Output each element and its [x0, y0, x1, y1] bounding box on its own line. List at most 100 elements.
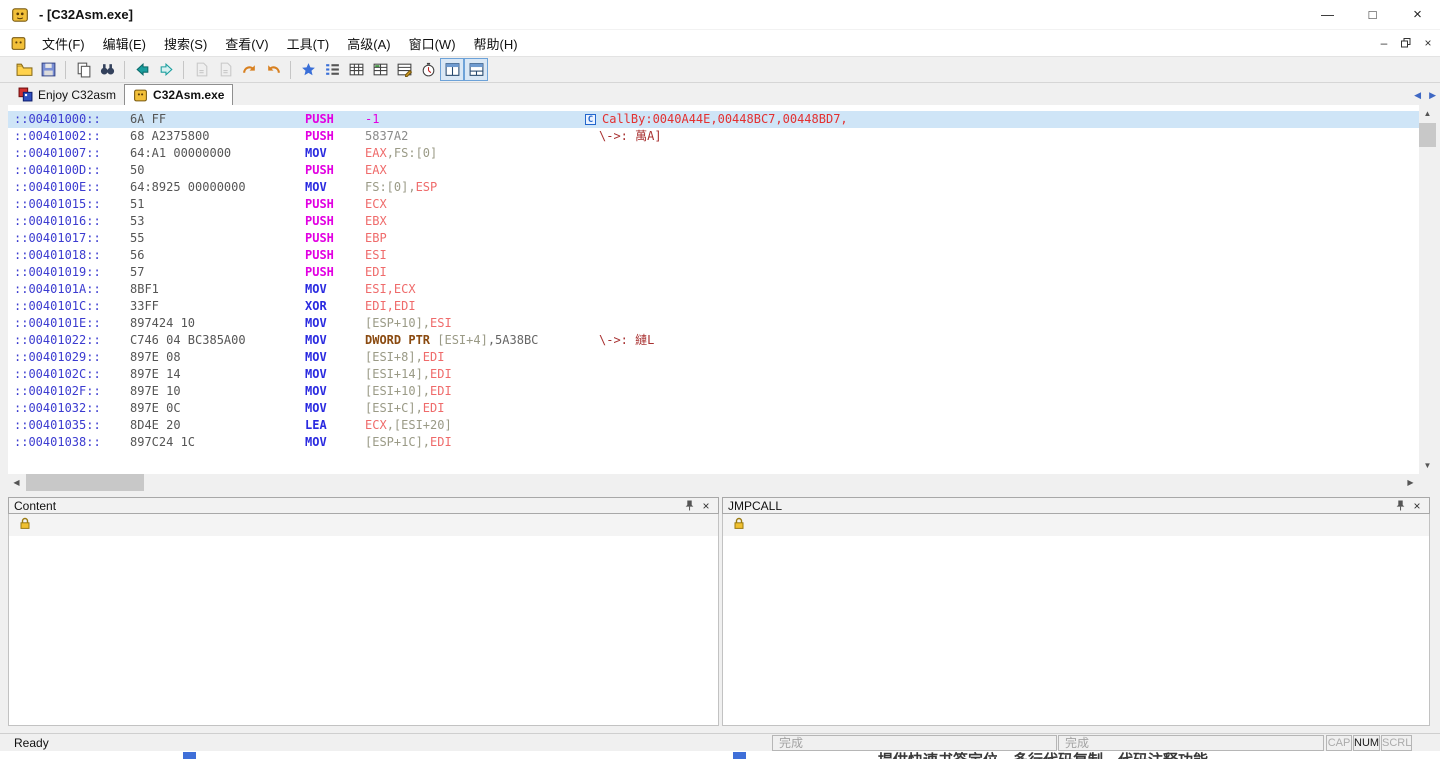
lock-icon[interactable] [18, 516, 32, 535]
disasm-row[interactable]: ::00401016::53PUSHEBX [8, 213, 1419, 230]
content-panel-header: Content × [8, 497, 719, 514]
scrollbar-corner [1419, 474, 1436, 491]
toolbar-separator [183, 61, 184, 79]
c32asm-tab-icon [133, 88, 148, 103]
progress-pane-2: 完成 [1058, 735, 1324, 751]
content-panel-body[interactable] [9, 536, 718, 725]
scroll-up-icon[interactable]: ▲ [1419, 105, 1436, 122]
mdi-minimize-button[interactable]: – [1374, 34, 1394, 52]
menu-item-edit[interactable]: 编辑(E) [94, 31, 155, 56]
disassembly-view[interactable]: ::00401000::6A FFPUSH-1CCallBy:0040A44E,… [8, 105, 1419, 474]
disasm-mnemonic: PUSH [305, 247, 334, 264]
disasm-row[interactable]: ::0040101E::897424 10MOV[ESP+10],ESI [8, 315, 1419, 332]
find-icon[interactable] [95, 58, 119, 81]
scroll-down-icon[interactable]: ▼ [1419, 457, 1436, 474]
horizontal-scrollbar[interactable]: ◀ ▶ [8, 474, 1419, 491]
jmpcall-panel-body[interactable] [723, 536, 1429, 725]
disasm-operands: 5837A2 [365, 128, 408, 145]
menu-item-view[interactable]: 查看(V) [216, 31, 277, 56]
split-horizontal-icon[interactable] [440, 58, 464, 81]
scroll-lock-indicator: SCRL [1381, 735, 1412, 751]
timer-icon[interactable] [416, 58, 440, 81]
disasm-operands: [ESI+10],EDI [365, 383, 452, 400]
mdi-restore-button[interactable] [1396, 34, 1416, 52]
split-vertical-icon[interactable] [464, 58, 488, 81]
disasm-row[interactable]: ::00401038::897C24 1CMOV[ESP+1C],EDI [8, 434, 1419, 451]
save-icon[interactable] [36, 58, 60, 81]
scroll-left-icon[interactable]: ◀ [8, 474, 25, 491]
menu-item-help[interactable]: 帮助(H) [465, 31, 527, 56]
disasm-mnemonic: MOV [305, 400, 327, 417]
disasm-address: ::00401016:: [14, 213, 101, 230]
tab-scroll-right-icon[interactable]: ▶ [1425, 90, 1440, 101]
copy-icon[interactable] [71, 58, 95, 81]
disasm-row[interactable]: ::00401015::51PUSHECX [8, 196, 1419, 213]
disasm-address: ::00401038:: [14, 434, 101, 451]
numbered-list-icon[interactable] [320, 58, 344, 81]
panel-close-icon[interactable]: × [1410, 499, 1424, 513]
disasm-row[interactable]: ::00401022::C746 04 BC385A00MOVDWORD PTR… [8, 332, 1419, 349]
menu-item-file[interactable]: 文件(F) [33, 31, 94, 56]
forward-icon[interactable] [154, 58, 178, 81]
disasm-row[interactable]: ::00401019::57PUSHEDI [8, 264, 1419, 281]
disasm-row[interactable]: ::00401032::897E 0CMOV[ESI+C],EDI [8, 400, 1419, 417]
panel-close-icon[interactable]: × [699, 499, 713, 513]
disasm-row[interactable]: ::00401029::897E 08MOV[ESI+8],EDI [8, 349, 1419, 366]
pin-icon[interactable] [1393, 499, 1407, 513]
disasm-bytes: 64:8925 00000000 [130, 179, 246, 196]
minimize-button[interactable]: — [1305, 0, 1350, 30]
menu-item-tools[interactable]: 工具(T) [278, 31, 339, 56]
disasm-mnemonic: PUSH [305, 264, 334, 281]
edit-grid-icon[interactable] [392, 58, 416, 81]
content-panel-wrap [8, 514, 719, 726]
tab-c32asm-exe[interactable]: C32Asm.exe [124, 84, 233, 105]
hex-view-icon[interactable] [344, 58, 368, 81]
disasm-operands: ESI [365, 247, 387, 264]
menu-item-window[interactable]: 窗口(W) [400, 31, 465, 56]
disasm-operands: DWORD PTR [ESI+4],5A38BC [365, 332, 538, 349]
redo-icon[interactable] [237, 58, 261, 81]
back-icon[interactable] [130, 58, 154, 81]
disasm-row[interactable]: ::0040101C::33FFXOREDI,EDI [8, 298, 1419, 315]
disasm-row[interactable]: ::0040102C::897E 14MOV[ESI+14],EDI [8, 366, 1419, 383]
disasm-view-icon[interactable] [368, 58, 392, 81]
disasm-row[interactable]: ::00401035::8D4E 20LEAECX,[ESI+20] [8, 417, 1419, 434]
lock-icon[interactable] [732, 516, 746, 535]
scroll-right-icon[interactable]: ▶ [1402, 474, 1419, 491]
jmpcall-panel-header: JMPCALL × [722, 497, 1430, 514]
disasm-mnemonic: MOV [305, 366, 327, 383]
tab-scroll-left-icon[interactable]: ◀ [1410, 90, 1425, 101]
disasm-row[interactable]: ::00401018::56PUSHESI [8, 247, 1419, 264]
disasm-address: ::0040101A:: [14, 281, 101, 298]
export-list-icon[interactable] [189, 58, 213, 81]
disasm-address: ::00401022:: [14, 332, 101, 349]
import-list-icon[interactable] [213, 58, 237, 81]
pin-icon[interactable] [682, 499, 696, 513]
disasm-row[interactable]: ::0040101A::8BF1MOVESI,ECX [8, 281, 1419, 298]
disasm-mnemonic: LEA [305, 417, 327, 434]
disasm-address: ::0040101E:: [14, 315, 101, 332]
document-icon[interactable] [10, 35, 27, 52]
disasm-row[interactable]: ::00401017::55PUSHEBP [8, 230, 1419, 247]
disasm-row[interactable]: ::00401002::68 A2375800PUSH5837A2\->: 萬A… [8, 128, 1419, 145]
bookmark-icon[interactable] [296, 58, 320, 81]
disasm-row[interactable]: ::0040100E::64:8925 00000000MOVFS:[0],ES… [8, 179, 1419, 196]
horizontal-scroll-thumb[interactable] [26, 474, 144, 491]
menu-item-advanced[interactable]: 高级(A) [338, 31, 399, 56]
vertical-scroll-thumb[interactable] [1419, 123, 1436, 147]
disasm-row[interactable]: ::00401000::6A FFPUSH-1CCallBy:0040A44E,… [8, 111, 1419, 128]
background-tooltip-text: 提供快速书签定位、多行代码复制、代码注释功能 [878, 751, 1208, 759]
tab-enjoy-c32asm[interactable]: Enjoy C32asm [10, 84, 124, 105]
menu-item-search[interactable]: 搜索(S) [155, 31, 216, 56]
open-folder-icon[interactable] [12, 58, 36, 81]
disasm-row[interactable]: ::00401007::64:A1 00000000MOVEAX,FS:[0] [8, 145, 1419, 162]
disasm-row[interactable]: ::0040100D::50PUSHEAX [8, 162, 1419, 179]
maximize-button[interactable]: □ [1350, 0, 1395, 30]
disasm-address: ::00401019:: [14, 264, 101, 281]
mdi-close-button[interactable]: × [1418, 34, 1438, 52]
disasm-bytes: 8D4E 20 [130, 417, 181, 434]
disasm-row[interactable]: ::0040102F::897E 10MOV[ESI+10],EDI [8, 383, 1419, 400]
vertical-scrollbar[interactable]: ▲ ▼ [1419, 105, 1436, 474]
undo-icon[interactable] [261, 58, 285, 81]
close-button[interactable]: × [1395, 0, 1440, 30]
